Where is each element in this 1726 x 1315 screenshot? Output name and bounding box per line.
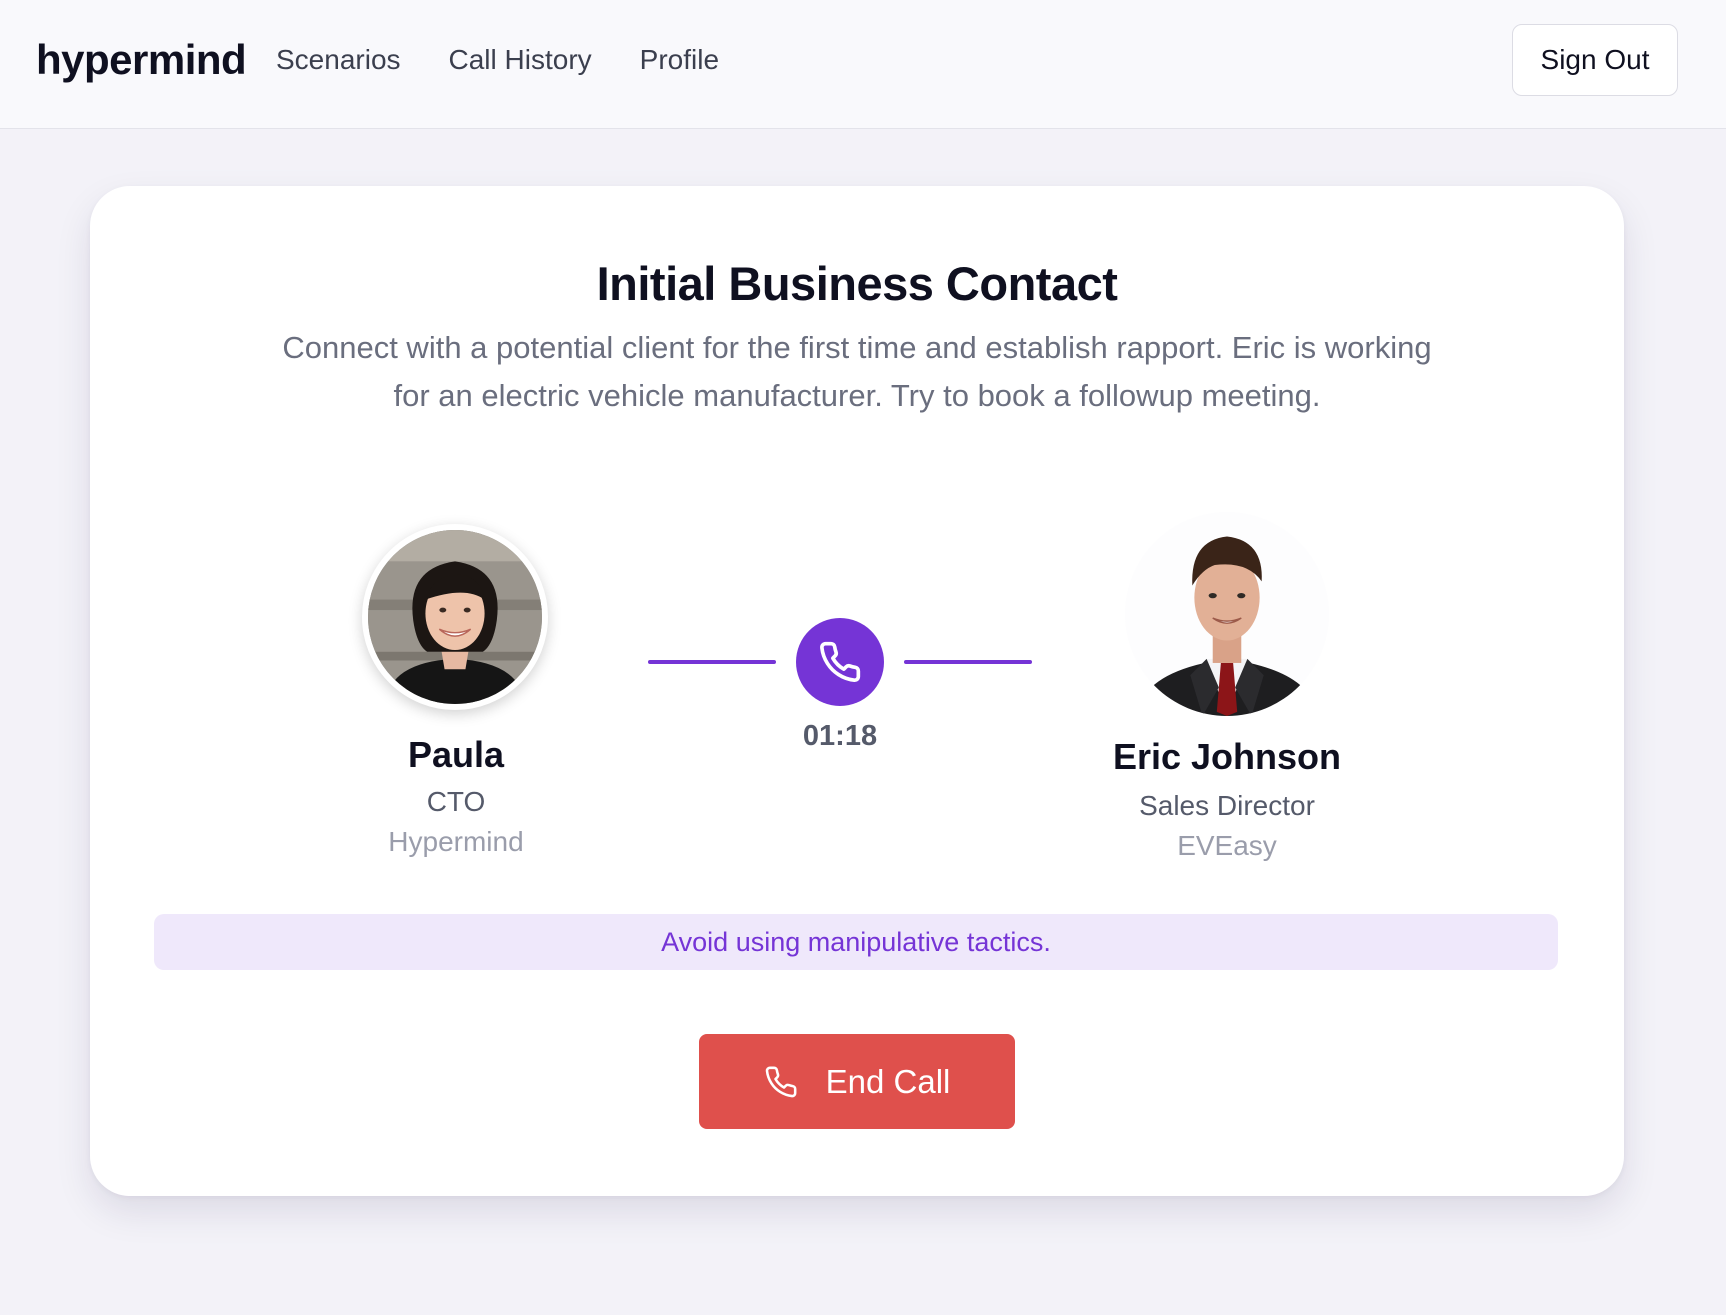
sign-out-button[interactable]: Sign Out	[1512, 24, 1678, 96]
end-call-label: End Call	[825, 1062, 951, 1100]
call-status-indicator	[796, 618, 884, 706]
caller-company: Hypermind	[388, 826, 524, 857]
scenario-description: Connect with a potential client for the …	[282, 330, 1432, 413]
connection-line-left	[648, 660, 776, 664]
callee-name: Eric Johnson	[1112, 736, 1342, 777]
phone-icon	[764, 1065, 798, 1099]
nav-link-scenarios[interactable]: Scenarios	[276, 44, 401, 76]
end-call-button[interactable]: End Call	[699, 1034, 1015, 1129]
scenario-title: Initial Business Contact	[596, 257, 1118, 310]
caller-role: CTO	[426, 786, 486, 817]
call-card: Initial Business Contact Connect with a …	[90, 186, 1624, 1196]
phone-icon	[818, 640, 862, 684]
callee-avatar-image	[1125, 512, 1329, 716]
caller-name: Paula	[407, 734, 505, 775]
top-navigation-bar: hypermind Scenarios Call History Profile…	[0, 0, 1726, 129]
guideline-notice: Avoid using manipulative tactics.	[154, 914, 1558, 970]
callee-company: EVEasy	[1177, 830, 1277, 861]
callee-role: Sales Director	[1139, 790, 1315, 821]
connection-line-right	[904, 660, 1032, 664]
main-nav: Scenarios Call History Profile	[276, 44, 719, 76]
caller-avatar	[362, 524, 548, 710]
caller-avatar-image	[368, 530, 542, 704]
callee-avatar	[1125, 512, 1329, 716]
brand-logo[interactable]: hypermind	[36, 36, 247, 84]
call-timer: 01:18	[802, 720, 878, 752]
nav-link-profile[interactable]: Profile	[640, 44, 719, 76]
nav-link-call-history[interactable]: Call History	[449, 44, 592, 76]
